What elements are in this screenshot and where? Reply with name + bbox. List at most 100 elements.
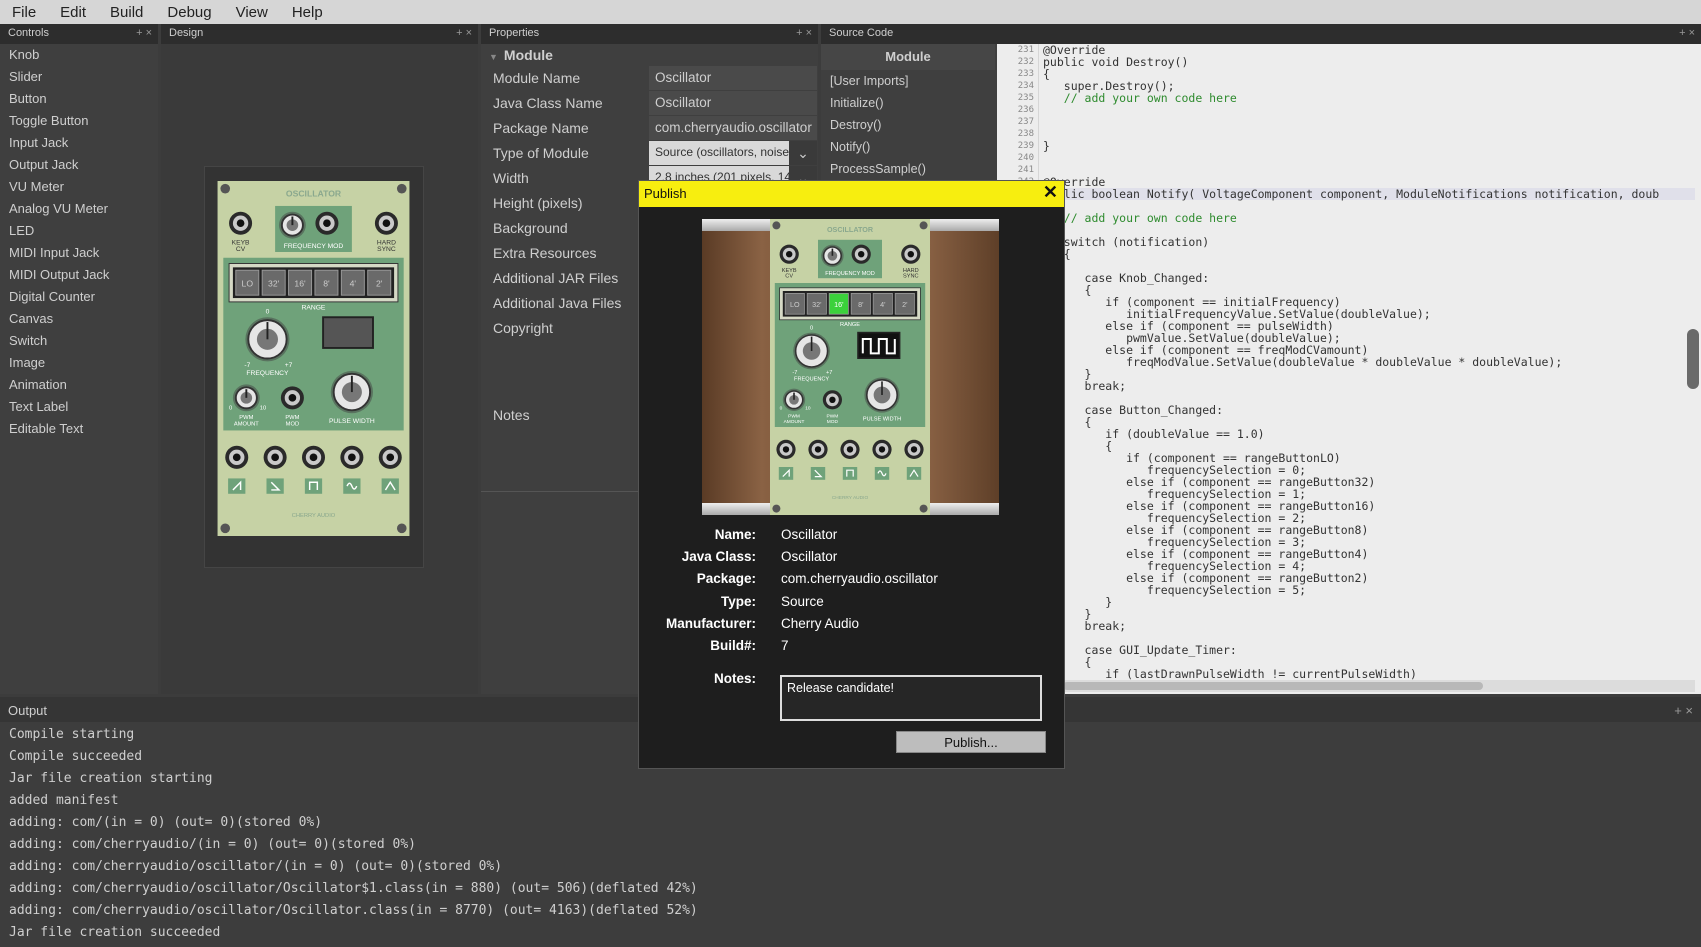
control-item-knob[interactable]: Knob (0, 44, 158, 66)
pwm-amount-knob[interactable] (232, 384, 260, 412)
panel-window-controls[interactable]: + × (1674, 703, 1693, 718)
code-line[interactable]: } (1043, 596, 1695, 608)
source-nav-item[interactable]: Destroy() (821, 114, 995, 136)
frequency-knob[interactable] (245, 317, 290, 362)
control-item-text-label[interactable]: Text Label (0, 396, 158, 418)
code-line[interactable]: switch (notification) (1043, 236, 1695, 248)
control-item-button[interactable]: Button (0, 88, 158, 110)
control-item-vu-meter[interactable]: VU Meter (0, 176, 158, 198)
ramp-output-jack[interactable] (808, 439, 828, 459)
panel-window-controls[interactable]: + × (796, 27, 812, 39)
hard-sync-input-jack[interactable] (901, 244, 921, 264)
code-line[interactable]: case Knob_Changed: (1043, 272, 1695, 284)
keyb-cv-input-jack[interactable] (229, 211, 253, 235)
control-item-analog-vu-meter[interactable]: Analog VU Meter (0, 198, 158, 220)
property-row[interactable]: Java Class Name Oscillator (481, 91, 818, 116)
code-line[interactable] (1043, 116, 1695, 128)
code-line[interactable]: } (1043, 140, 1695, 152)
design-module[interactable]: OSCILLATOR KEYB CV FREQUENCY MOD HARD SYNC LO 3… (216, 181, 411, 541)
property-value[interactable]: Source (oscillators, noise ... (649, 141, 789, 165)
publish-notes-input[interactable]: Release candidate! (780, 675, 1042, 721)
menu-file[interactable]: File (0, 4, 48, 21)
square-output-jack[interactable] (840, 439, 860, 459)
publish-button[interactable]: Publish... (896, 731, 1046, 753)
code-line[interactable]: break; (1043, 620, 1695, 632)
ramp-output-jack[interactable] (263, 445, 287, 469)
collapse-triangle-icon[interactable]: ▼ (489, 52, 498, 62)
property-row[interactable]: Package Name com.cherryaudio.oscillator (481, 116, 818, 141)
code-line[interactable]: // add your own code here (1043, 92, 1695, 104)
menu-help[interactable]: Help (280, 4, 335, 21)
pwm-amount-knob[interactable] (782, 388, 806, 411)
code-line[interactable]: public void Destroy() (1043, 56, 1695, 68)
code-editor[interactable]: 231232233234235236237238239240241242243 … (997, 44, 1701, 694)
control-item-input-jack[interactable]: Input Jack (0, 132, 158, 154)
control-item-canvas[interactable]: Canvas (0, 308, 158, 330)
sawtooth-output-jack[interactable] (225, 445, 249, 469)
control-item-midi-output-jack[interactable]: MIDI Output Jack (0, 264, 158, 286)
source-nav-item[interactable]: ProcessSample() (821, 158, 995, 180)
code-lines[interactable]: @Override public void Destroy(){ super.De… (1043, 44, 1695, 680)
control-item-midi-input-jack[interactable]: MIDI Input Jack (0, 242, 158, 264)
code-line[interactable]: } (1043, 368, 1695, 380)
control-item-slider[interactable]: Slider (0, 66, 158, 88)
close-icon[interactable]: ✕ (1043, 182, 1058, 203)
frequency-mod-input-jack[interactable] (851, 244, 871, 264)
control-item-digital-counter[interactable]: Digital Counter (0, 286, 158, 308)
control-item-switch[interactable]: Switch (0, 330, 158, 352)
keyb-cv-input-jack[interactable] (779, 244, 799, 264)
property-value[interactable]: com.cherryaudio.oscillator (649, 116, 817, 140)
panel-window-controls[interactable]: + × (456, 27, 472, 39)
code-line[interactable]: // add your own code here (1043, 212, 1695, 224)
horizontal-scroll-thumb[interactable] (1063, 682, 1483, 690)
frequency-mod-amount-knob[interactable] (821, 244, 844, 267)
source-nav-item[interactable]: Notify() (821, 136, 995, 158)
square-output-jack[interactable] (301, 445, 326, 469)
code-line[interactable] (1043, 152, 1695, 164)
sine-output-jack[interactable] (340, 445, 364, 469)
code-line[interactable] (1043, 164, 1695, 176)
code-line[interactable]: case GUI_Update_Timer: (1043, 644, 1695, 656)
vertical-scroll-thumb[interactable] (1687, 329, 1699, 389)
pulse-width-knob[interactable] (864, 377, 900, 413)
code-line[interactable] (1043, 128, 1695, 140)
properties-section-module[interactable]: ▼ Module (481, 44, 818, 66)
sawtooth-output-jack[interactable] (776, 439, 796, 459)
code-line[interactable] (1043, 104, 1695, 116)
pwm-mod-input-jack[interactable] (280, 386, 304, 410)
frequency-mod-input-jack[interactable] (315, 211, 339, 235)
code-line[interactable]: freqModValue.SetValue(doubleValue * doub… (1043, 356, 1695, 368)
control-item-toggle-button[interactable]: Toggle Button (0, 110, 158, 132)
code-line[interactable]: { (1043, 248, 1695, 260)
pwm-mod-input-jack[interactable] (822, 390, 842, 410)
chevron-down-icon[interactable]: ⌄ (789, 141, 817, 165)
menu-debug[interactable]: Debug (155, 4, 223, 21)
code-line[interactable]: if (doubleValue == 1.0) (1043, 428, 1695, 440)
property-row[interactable]: Type of Module Source (oscillators, noise… (481, 141, 818, 166)
menu-view[interactable]: View (224, 4, 280, 21)
control-item-led[interactable]: LED (0, 220, 158, 242)
code-line[interactable]: case Button_Changed: (1043, 404, 1695, 416)
panel-window-controls[interactable]: + × (136, 27, 152, 39)
code-line[interactable]: } (1043, 608, 1695, 620)
control-item-editable-text[interactable]: Editable Text (0, 418, 158, 440)
property-row[interactable]: Module Name Oscillator (481, 66, 818, 91)
control-item-output-jack[interactable]: Output Jack (0, 154, 158, 176)
code-line[interactable]: public boolean Notify( VoltageComponent … (1043, 188, 1695, 200)
frequency-mod-amount-knob[interactable] (278, 211, 306, 239)
horizontal-scrollbar[interactable] (1043, 680, 1695, 692)
property-value[interactable]: Oscillator (649, 91, 817, 115)
code-line[interactable]: if (lastDrawnPulseWidth != currentPulseW… (1043, 668, 1695, 680)
sine-output-jack[interactable] (872, 439, 892, 459)
frequency-knob[interactable] (793, 332, 830, 370)
property-value[interactable]: Oscillator (649, 66, 817, 90)
panel-window-controls[interactable]: + × (1679, 27, 1695, 39)
source-nav-item[interactable]: [User Imports] (821, 70, 995, 92)
control-item-image[interactable]: Image (0, 352, 158, 374)
pulse-width-knob[interactable] (330, 370, 373, 414)
triangle-output-jack[interactable] (904, 439, 924, 459)
menu-edit[interactable]: Edit (48, 4, 98, 21)
control-item-animation[interactable]: Animation (0, 374, 158, 396)
code-line[interactable]: frequencySelection = 5; (1043, 584, 1695, 596)
menu-build[interactable]: Build (98, 4, 155, 21)
